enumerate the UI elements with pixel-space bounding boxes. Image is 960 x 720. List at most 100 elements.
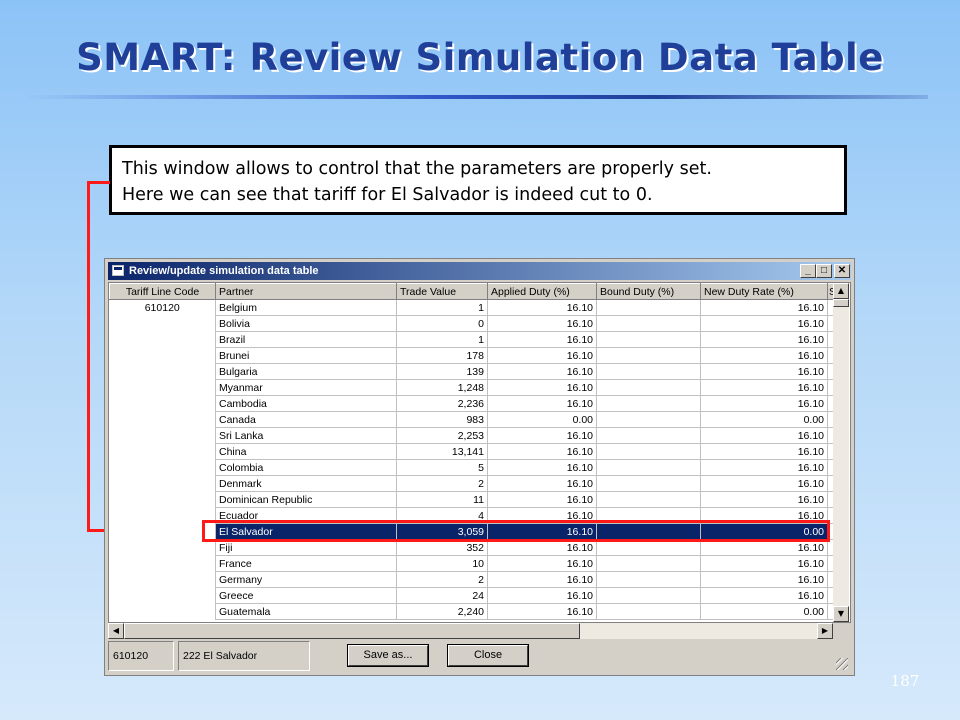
cell-trade-value[interactable]: 24 (396, 587, 488, 604)
table-row[interactable]: Myanmar 1,248 16.10 16.10 (109, 379, 839, 396)
table-row[interactable]: Ecuador 4 16.10 16.10 (109, 507, 839, 524)
cell-new-duty-rate[interactable]: 0.00 (700, 603, 828, 620)
horizontal-scrollbar[interactable]: ◀ ▶ (108, 623, 833, 639)
cell-tariff-line-code[interactable] (109, 571, 216, 588)
cell-applied-duty[interactable]: 16.10 (487, 395, 597, 412)
save-as-button[interactable]: Save as... (347, 644, 429, 667)
horizontal-scroll-thumb[interactable] (124, 623, 580, 639)
close-window-button[interactable]: ✕ (834, 264, 850, 278)
cell-new-duty-rate[interactable]: 16.10 (700, 555, 828, 572)
cell-new-duty-rate[interactable]: 0.00 (700, 411, 828, 428)
cell-partner[interactable]: El Salvador (215, 523, 397, 540)
cell-new-duty-rate[interactable]: 0.00 (700, 523, 828, 540)
table-row[interactable]: Colombia 5 16.10 16.10 (109, 459, 839, 476)
cell-applied-duty[interactable]: 16.10 (487, 427, 597, 444)
cell-trade-value[interactable]: 0 (396, 315, 488, 332)
cell-trade-value[interactable]: 2,253 (396, 427, 488, 444)
cell-partner[interactable]: Myanmar (215, 379, 397, 396)
cell-new-duty-rate[interactable]: 16.10 (700, 571, 828, 588)
cell-applied-duty[interactable]: 16.10 (487, 587, 597, 604)
cell-bound-duty[interactable] (596, 459, 701, 476)
scroll-down-arrow-icon[interactable]: ▼ (833, 606, 849, 622)
column-header-new-duty-rate[interactable]: New Duty Rate (%) (700, 283, 828, 300)
column-header-applied-duty[interactable]: Applied Duty (%) (487, 283, 597, 300)
cell-new-duty-rate[interactable]: 16.10 (700, 507, 828, 524)
cell-new-duty-rate[interactable]: 16.10 (700, 331, 828, 348)
cell-partner[interactable]: China (215, 443, 397, 460)
table-row[interactable]: El Salvador 3,059 16.10 0.00 (109, 523, 839, 540)
cell-tariff-line-code[interactable] (109, 555, 216, 572)
cell-bound-duty[interactable] (596, 491, 701, 508)
cell-applied-duty[interactable]: 16.10 (487, 443, 597, 460)
cell-partner[interactable]: Belgium (215, 299, 397, 316)
cell-tariff-line-code[interactable] (109, 411, 216, 428)
scroll-left-arrow-icon[interactable]: ◀ (108, 623, 124, 639)
cell-trade-value[interactable]: 178 (396, 347, 488, 364)
cell-trade-value[interactable]: 13,141 (396, 443, 488, 460)
cell-partner[interactable]: Dominican Republic (215, 491, 397, 508)
cell-partner[interactable]: Germany (215, 571, 397, 588)
maximize-button[interactable]: □ (816, 264, 832, 278)
column-header-bound-duty[interactable]: Bound Duty (%) (596, 283, 701, 300)
cell-applied-duty[interactable]: 16.10 (487, 331, 597, 348)
cell-tariff-line-code[interactable] (109, 395, 216, 412)
cell-trade-value[interactable]: 4 (396, 507, 488, 524)
cell-applied-duty[interactable]: 16.10 (487, 379, 597, 396)
cell-bound-duty[interactable] (596, 331, 701, 348)
window-titlebar[interactable]: Review/update simulation data table _ □ … (108, 262, 851, 280)
close-button[interactable]: Close (447, 644, 529, 667)
cell-bound-duty[interactable] (596, 539, 701, 556)
cell-tariff-line-code[interactable] (109, 459, 216, 476)
cell-tariff-line-code[interactable] (109, 507, 216, 524)
cell-partner[interactable]: Brazil (215, 331, 397, 348)
cell-new-duty-rate[interactable]: 16.10 (700, 475, 828, 492)
cell-tariff-line-code[interactable] (109, 363, 216, 380)
cell-applied-duty[interactable]: 16.10 (487, 571, 597, 588)
cell-bound-duty[interactable] (596, 507, 701, 524)
minimize-button[interactable]: _ (800, 264, 816, 278)
cell-bound-duty[interactable] (596, 299, 701, 316)
cell-trade-value[interactable]: 11 (396, 491, 488, 508)
cell-new-duty-rate[interactable]: 16.10 (700, 299, 828, 316)
cell-tariff-line-code[interactable] (109, 331, 216, 348)
cell-tariff-line-code[interactable] (109, 539, 216, 556)
cell-trade-value[interactable]: 2,236 (396, 395, 488, 412)
column-header-trade-value[interactable]: Trade Value (396, 283, 488, 300)
cell-new-duty-rate[interactable]: 16.10 (700, 491, 828, 508)
cell-tariff-line-code[interactable] (109, 443, 216, 460)
cell-applied-duty[interactable]: 16.10 (487, 603, 597, 620)
cell-partner[interactable]: Sri Lanka (215, 427, 397, 444)
cell-applied-duty[interactable]: 16.10 (487, 459, 597, 476)
cell-partner[interactable]: Colombia (215, 459, 397, 476)
cell-new-duty-rate[interactable]: 16.10 (700, 315, 828, 332)
scroll-right-arrow-icon[interactable]: ▶ (817, 623, 833, 639)
cell-partner[interactable]: Bulgaria (215, 363, 397, 380)
cell-trade-value[interactable]: 10 (396, 555, 488, 572)
table-row[interactable]: Brazil 1 16.10 16.10 (109, 331, 839, 348)
cell-trade-value[interactable]: 2 (396, 475, 488, 492)
table-row[interactable]: 610120 Belgium 1 16.10 16.10 (109, 299, 839, 316)
cell-tariff-line-code[interactable] (109, 315, 216, 332)
column-header-partner[interactable]: Partner (215, 283, 397, 300)
table-row[interactable]: Bulgaria 139 16.10 16.10 (109, 363, 839, 380)
table-row[interactable]: Germany 2 16.10 16.10 (109, 571, 839, 588)
scroll-thumb[interactable] (833, 299, 849, 307)
cell-partner[interactable]: Canada (215, 411, 397, 428)
cell-new-duty-rate[interactable]: 16.10 (700, 395, 828, 412)
cell-tariff-line-code[interactable] (109, 347, 216, 364)
cell-applied-duty[interactable]: 0.00 (487, 411, 597, 428)
cell-bound-duty[interactable] (596, 347, 701, 364)
cell-partner[interactable]: Ecuador (215, 507, 397, 524)
cell-bound-duty[interactable] (596, 363, 701, 380)
cell-applied-duty[interactable]: 16.10 (487, 299, 597, 316)
cell-bound-duty[interactable] (596, 315, 701, 332)
table-row[interactable]: Dominican Republic 11 16.10 16.10 (109, 491, 839, 508)
cell-applied-duty[interactable]: 16.10 (487, 363, 597, 380)
cell-applied-duty[interactable]: 16.10 (487, 555, 597, 572)
cell-tariff-line-code[interactable] (109, 587, 216, 604)
vertical-scrollbar[interactable]: ▲ ▼ (833, 283, 849, 622)
cell-applied-duty[interactable]: 16.10 (487, 347, 597, 364)
cell-bound-duty[interactable] (596, 603, 701, 620)
cell-new-duty-rate[interactable]: 16.10 (700, 539, 828, 556)
table-row[interactable]: Greece 24 16.10 16.10 (109, 587, 839, 604)
